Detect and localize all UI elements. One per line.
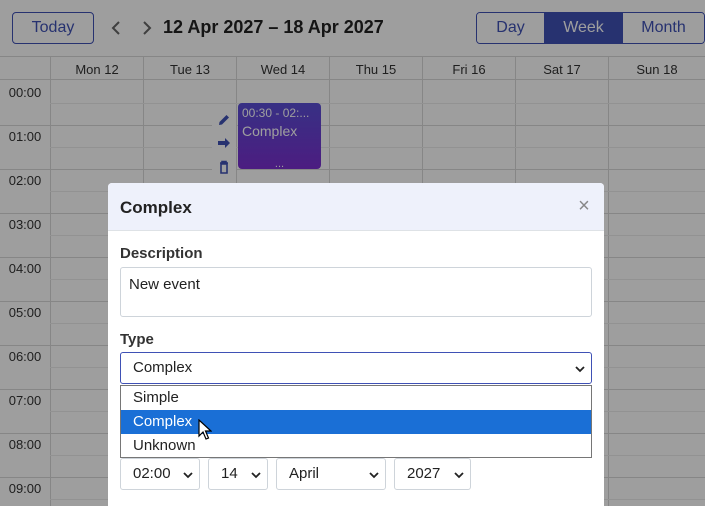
modal-title: Complex: [120, 198, 192, 217]
mouse-cursor-icon: [198, 419, 212, 440]
type-select-value: Complex: [133, 359, 193, 376]
start-year-value: 2027: [407, 465, 441, 482]
start-month-value: April: [289, 465, 320, 482]
start-day-value: 14: [221, 465, 238, 482]
chevron-down-icon: [183, 472, 193, 479]
chevron-down-icon: [369, 472, 379, 479]
type-option-complex[interactable]: Complex: [121, 410, 591, 434]
start-time-select[interactable]: 02:00: [120, 458, 200, 490]
description-label: Description: [120, 245, 203, 262]
type-label: Type: [120, 331, 154, 348]
start-time-value: 02:00: [133, 465, 171, 482]
description-textarea[interactable]: New event: [120, 267, 592, 317]
chevron-down-icon: [575, 366, 585, 373]
modal-header: Complex ×: [108, 183, 604, 231]
start-month-select[interactable]: April: [276, 458, 386, 490]
type-option-simple[interactable]: Simple: [121, 386, 591, 410]
type-select[interactable]: Complex: [120, 352, 592, 384]
type-dropdown-list: Simple Complex Unknown: [120, 385, 592, 458]
chevron-down-icon: [251, 472, 261, 479]
start-day-select[interactable]: 14: [208, 458, 268, 490]
close-icon[interactable]: ×: [576, 196, 592, 216]
start-year-select[interactable]: 2027: [394, 458, 471, 490]
chevron-down-icon: [454, 472, 464, 479]
type-option-unknown[interactable]: Unknown: [121, 434, 591, 458]
